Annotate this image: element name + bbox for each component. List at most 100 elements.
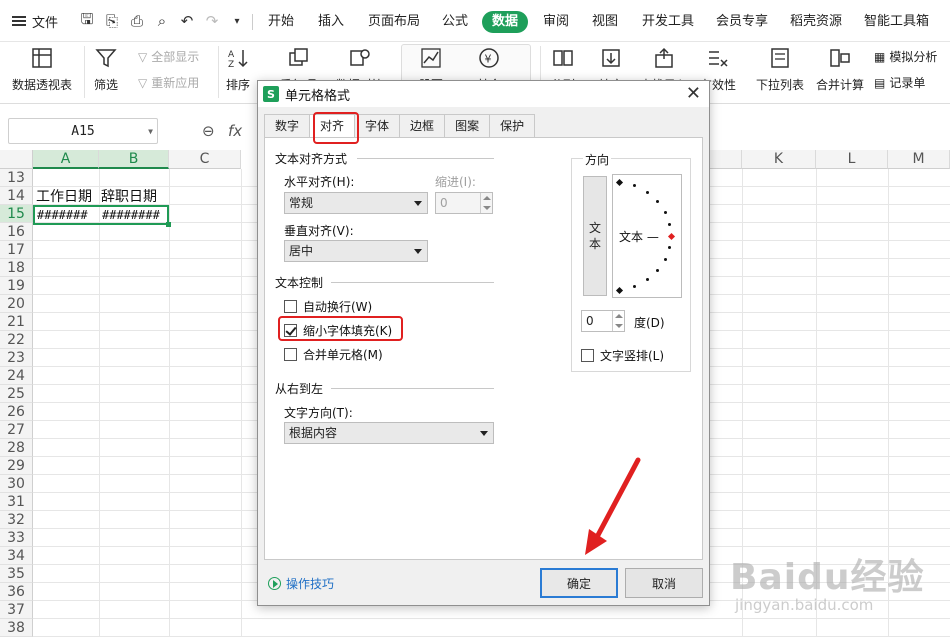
menu-data[interactable]: 数据 <box>482 11 529 33</box>
row-header[interactable]: 16 <box>0 223 33 241</box>
row-header[interactable]: 28 <box>0 439 33 457</box>
name-box[interactable]: A15 ▼ <box>8 118 158 144</box>
row-header[interactable]: 24 <box>0 367 33 385</box>
save-icon[interactable]: 🖫 <box>78 10 96 30</box>
vertical-text-button[interactable]: 文 本 <box>583 176 607 296</box>
menu-smart-tools[interactable]: 智能工具箱 <box>860 11 933 33</box>
dial-marker <box>633 285 636 288</box>
print-preview-icon[interactable]: ⌕ <box>153 12 171 30</box>
row-header[interactable]: 17 <box>0 241 33 259</box>
vertical-arrange-checkbox[interactable]: 文字竖排(L) <box>581 347 664 364</box>
horizontal-align-label: 水平对齐(H): <box>284 175 355 189</box>
horizontal-align-select[interactable]: 常规 <box>284 192 428 214</box>
vertical-align-label: 垂直对齐(V): <box>284 224 354 238</box>
cell-b14[interactable]: 辞职日期 <box>101 188 169 206</box>
zoom-icon[interactable]: ⊖ <box>202 122 215 140</box>
undo-icon[interactable]: ↶ <box>178 12 196 30</box>
consolidate-button[interactable]: 合并计算 <box>816 46 864 93</box>
row-header[interactable]: 30 <box>0 475 33 493</box>
wrap-text-checkbox[interactable]: 自动换行(W) <box>284 298 372 315</box>
dropdown-list-button[interactable]: 下拉列表 <box>756 46 804 93</box>
row-header[interactable]: 35 <box>0 565 33 583</box>
row-header[interactable]: 31 <box>0 493 33 511</box>
menu-review[interactable]: 审阅 <box>539 11 573 33</box>
menu-page-layout[interactable]: 页面布局 <box>364 11 424 33</box>
lookup-entry-icon <box>651 46 677 70</box>
redo-icon[interactable]: ↷ <box>203 12 221 30</box>
column-header-a[interactable]: A <box>33 150 99 169</box>
row-header[interactable]: 19 <box>0 277 33 295</box>
column-header-b[interactable]: B <box>99 150 169 169</box>
fx-icon[interactable]: fx <box>228 122 242 140</box>
column-header-j[interactable] <box>710 150 742 169</box>
menu-home[interactable]: 开始 <box>264 11 298 33</box>
menu-member[interactable]: 会员专享 <box>712 11 772 33</box>
menu-developer[interactable]: 开发工具 <box>638 11 698 33</box>
cell-a14[interactable]: 工作日期 <box>36 188 100 206</box>
dial-marker <box>668 223 671 226</box>
ok-button[interactable]: 确定 <box>540 568 618 598</box>
vertical-align-select[interactable]: 居中 <box>284 240 428 262</box>
row-header[interactable]: 26 <box>0 403 33 421</box>
select-all-corner[interactable] <box>0 150 33 169</box>
degree-stepper[interactable]: 0 <box>581 310 625 332</box>
tab-border[interactable]: 边框 <box>399 114 446 138</box>
column-header-l[interactable]: L <box>816 150 888 169</box>
menu-docer[interactable]: 稻壳资源 <box>786 11 846 33</box>
row-header[interactable]: 23 <box>0 349 33 367</box>
row-header[interactable]: 20 <box>0 295 33 313</box>
row-header[interactable]: 22 <box>0 331 33 349</box>
rtl-group-title: 从右到左 <box>275 380 324 397</box>
sort-button[interactable]: AZ 排序 <box>225 46 251 93</box>
text-control-group-title: 文本控制 <box>275 274 324 291</box>
column-header-c[interactable]: C <box>169 150 241 169</box>
row-header[interactable]: 32 <box>0 511 33 529</box>
spinner-arrows-icon[interactable] <box>480 193 492 213</box>
row-header[interactable]: 27 <box>0 421 33 439</box>
stock-chart-icon <box>418 46 444 70</box>
row-header[interactable]: 21 <box>0 313 33 331</box>
pivot-table-button[interactable]: 数据透视表 <box>12 46 72 93</box>
tips-link[interactable]: 操作技巧 <box>268 575 334 592</box>
fill-handle[interactable] <box>166 222 171 227</box>
show-all-button[interactable]: ▽ 全部显示 <box>138 48 199 65</box>
row-header[interactable]: 34 <box>0 547 33 565</box>
tab-number[interactable]: 数字 <box>264 114 311 138</box>
cancel-button[interactable]: 取消 <box>625 568 703 598</box>
name-box-chevron-icon[interactable]: ▼ <box>148 127 153 136</box>
row-header[interactable]: 14 <box>0 187 33 205</box>
row-header[interactable]: 25 <box>0 385 33 403</box>
menu-insert[interactable]: 插入 <box>314 11 348 33</box>
tab-protection[interactable]: 保护 <box>489 114 536 138</box>
dialog-title-bar[interactable]: S 单元格格式 ✕ <box>258 81 709 107</box>
filter-button[interactable]: 筛选 <box>93 46 119 93</box>
row-header[interactable]: 33 <box>0 529 33 547</box>
horizontal-align-value: 常规 <box>289 196 314 210</box>
column-header-m[interactable]: M <box>888 150 950 169</box>
row-header[interactable]: 18 <box>0 259 33 277</box>
row-header[interactable]: 37 <box>0 601 33 619</box>
print-icon[interactable]: ⎙ <box>128 12 146 30</box>
indent-stepper[interactable]: 0 <box>435 192 493 214</box>
row-header[interactable]: 13 <box>0 169 33 187</box>
row-header[interactable]: 29 <box>0 457 33 475</box>
customize-chevron-icon[interactable]: ▾ <box>228 12 246 30</box>
text-direction-select[interactable]: 根据内容 <box>284 422 494 444</box>
menu-view[interactable]: 视图 <box>588 11 622 33</box>
merge-cells-checkbox[interactable]: 合并单元格(M) <box>284 346 383 363</box>
reapply-button[interactable]: ▽ 重新应用 <box>138 74 199 91</box>
orientation-dial[interactable]: 文本 — <box>612 174 682 298</box>
tab-font[interactable]: 字体 <box>354 114 401 138</box>
row-header[interactable]: 36 <box>0 583 33 601</box>
file-menu-button[interactable]: 文件 <box>6 8 64 34</box>
row-header[interactable]: 38 <box>0 619 33 637</box>
menu-formulas[interactable]: 公式 <box>438 11 472 33</box>
column-header-k[interactable]: K <box>742 150 816 169</box>
row-header[interactable]: 15 <box>0 205 33 223</box>
simulate-analysis-button[interactable]: ▦ 模拟分析 <box>874 48 937 65</box>
spinner-arrows-icon[interactable] <box>612 311 624 331</box>
close-icon[interactable]: ✕ <box>686 83 701 104</box>
record-form-button[interactable]: ▤ 记录单 <box>874 74 925 91</box>
export-icon[interactable]: ⎘ <box>103 12 121 30</box>
tab-pattern[interactable]: 图案 <box>444 114 491 138</box>
